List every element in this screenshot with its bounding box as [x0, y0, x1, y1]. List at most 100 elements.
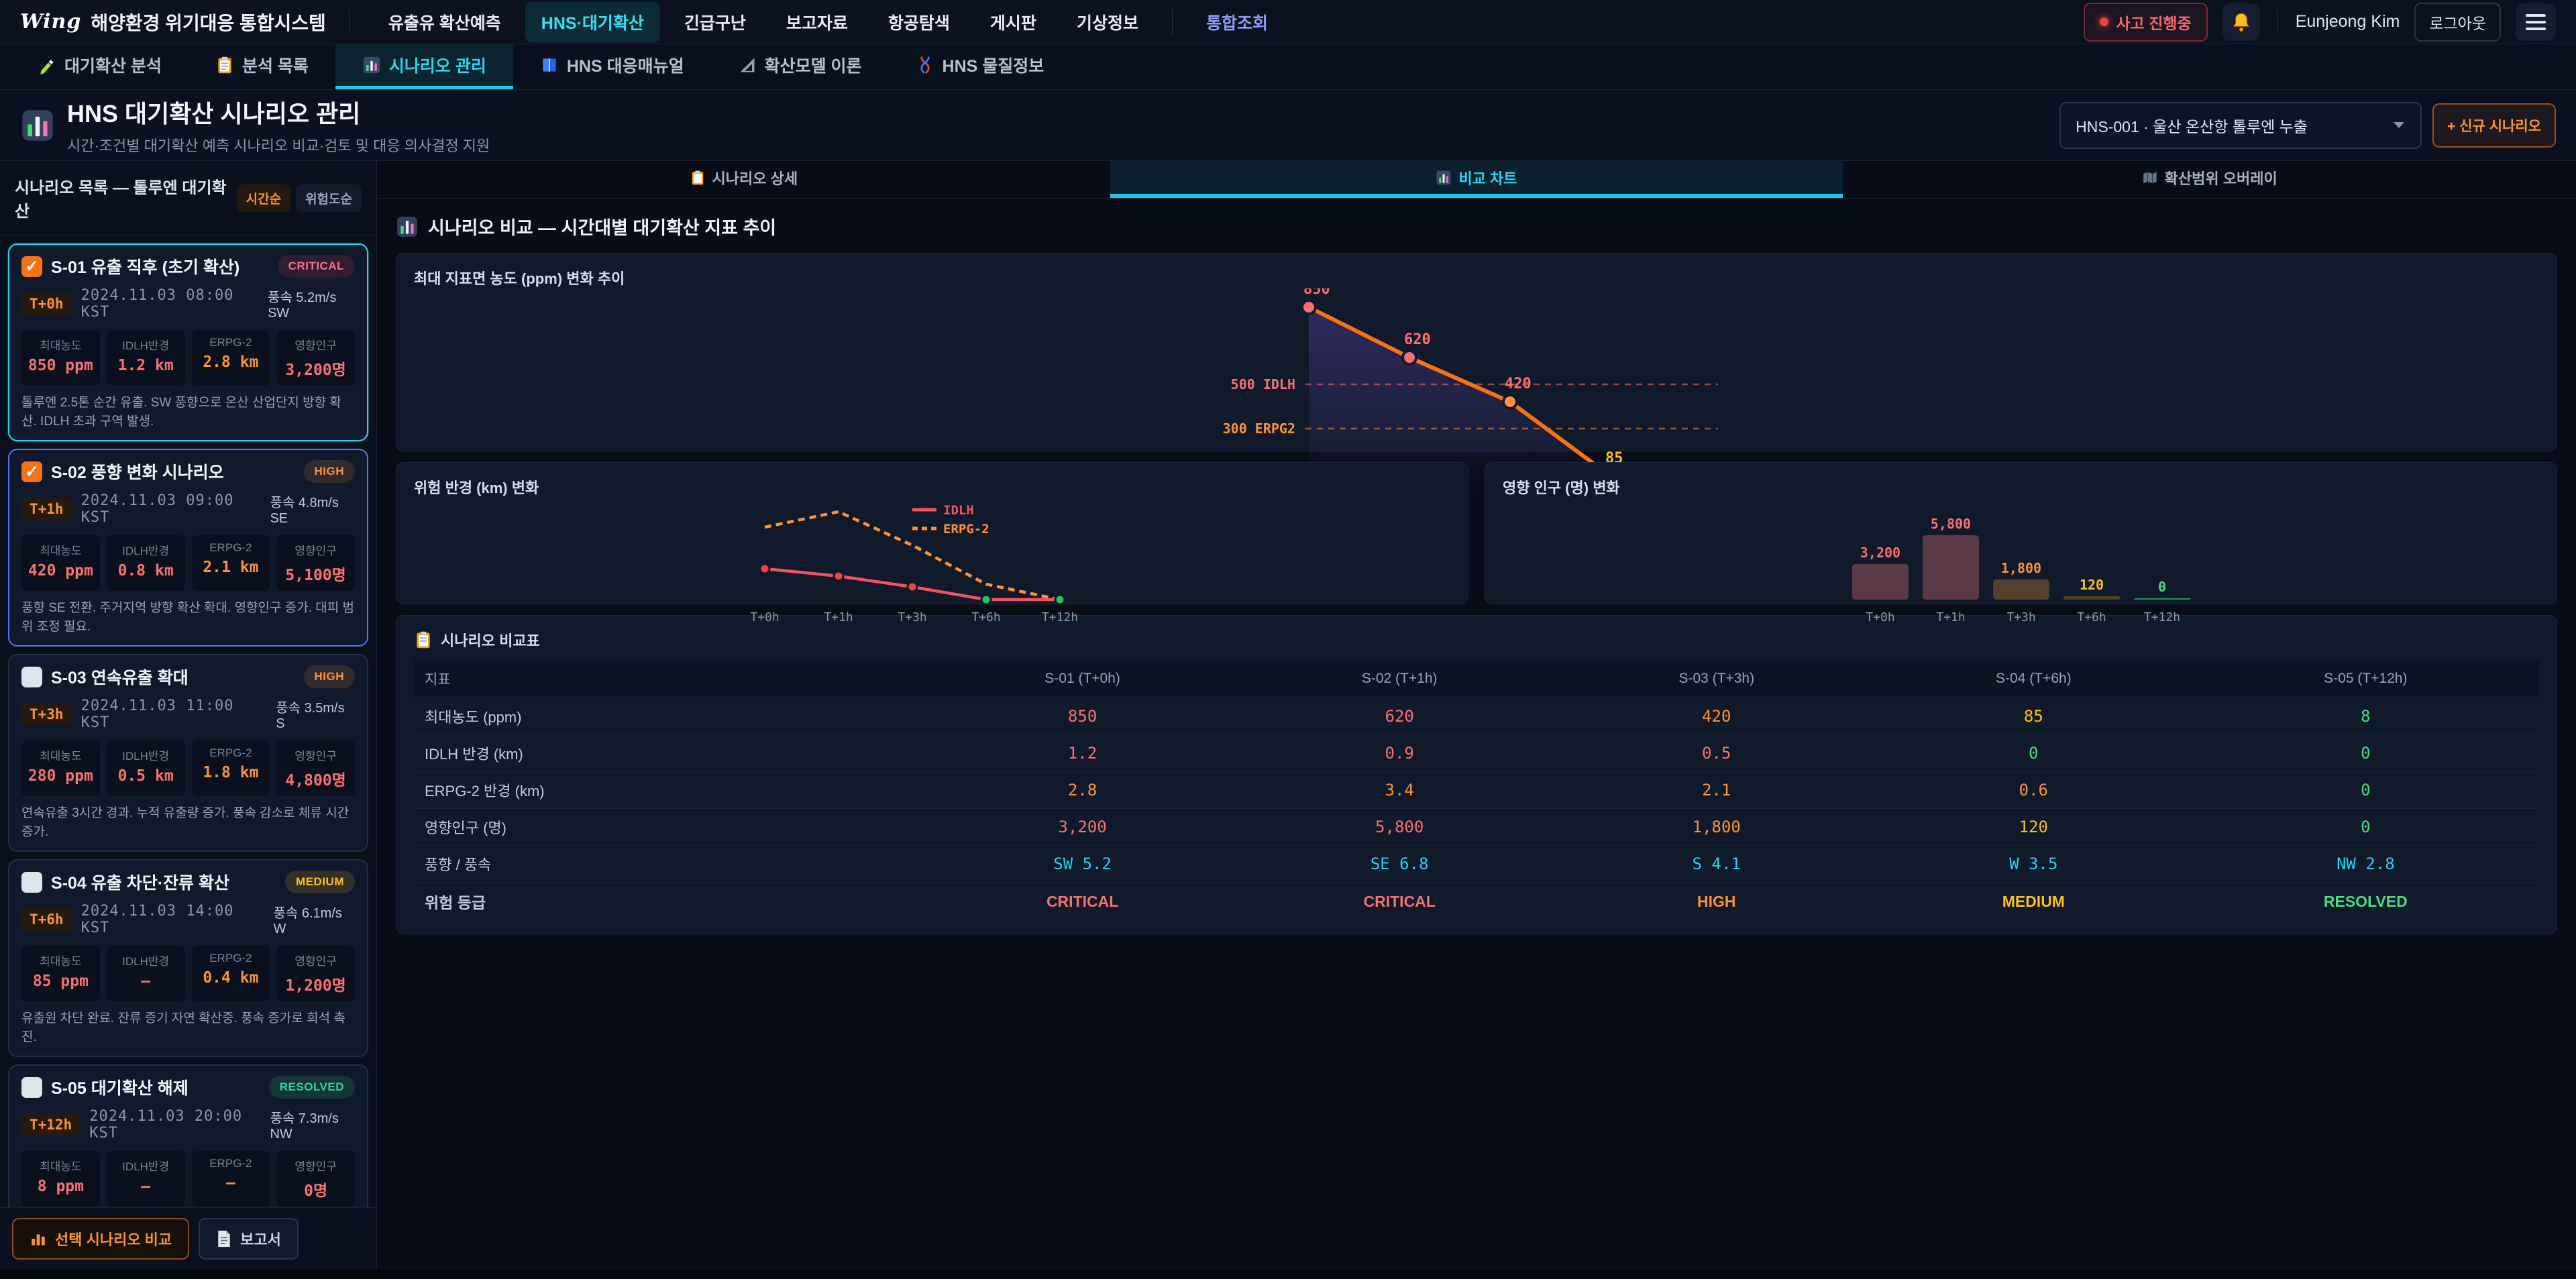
x-tick-label: T+0h	[750, 610, 779, 624]
user-name: Eunjeong Kim	[2296, 12, 2400, 32]
scenario-checkbox[interactable]	[21, 667, 42, 687]
stat-idlh-radius: IDLH반경 0.8 km	[107, 535, 185, 591]
tab-hns-substance-info[interactable]: HNS 물질정보	[889, 44, 1071, 89]
cell: 0	[2192, 809, 2539, 846]
cell: 0	[2192, 772, 2539, 809]
stat-max-concentration: 최대농도 280 ppm	[21, 740, 100, 796]
nav-item-air-search[interactable]: 항공탐색	[872, 2, 966, 42]
scenario-title: S-02 풍향 변화 시나리오	[51, 459, 295, 484]
scenario-checkbox[interactable]	[21, 872, 42, 893]
stat-value: 85 ppm	[24, 972, 97, 990]
sort-by-risk-chip[interactable]: 위험도순	[296, 184, 362, 212]
x-tick-label: T+6h	[2077, 610, 2106, 624]
tab-label: 분석 목록	[242, 53, 309, 77]
scenario-card-s02[interactable]: S-02 풍향 변화 시나리오 HIGH T+1h 2024.11.03 09:…	[8, 449, 368, 647]
nav-item-rescue[interactable]: 긴급구난	[668, 2, 762, 42]
tab-hns-manual[interactable]: HNS 대응매뉴얼	[513, 44, 711, 89]
stat-max-concentration: 최대농도 850 ppm	[21, 330, 100, 386]
tab-label: 대기확산 분석	[64, 53, 162, 77]
nav-item-reports[interactable]: 보고자료	[770, 2, 864, 42]
nav-item-integrated-search[interactable]: 통합조회	[1190, 2, 1284, 42]
menu-button[interactable]	[2516, 3, 2556, 41]
nav-item-board[interactable]: 게시판	[974, 2, 1053, 42]
stat-erpg2-radius: ERPG-2 –	[192, 1151, 270, 1207]
stat-idlh-radius: IDLH반경 0.5 km	[107, 740, 185, 796]
data-point	[981, 595, 991, 604]
page-subtitle: 시간·조건별 대기확산 예측 시나리오 비교·검토 및 대응 의사결정 지원	[67, 134, 490, 156]
nav-item-weather[interactable]: 기상정보	[1061, 2, 1155, 42]
tab-label: HNS 대응매뉴얼	[567, 53, 684, 77]
stat-erpg2-radius: ERPG-2 1.8 km	[192, 740, 270, 796]
tab-scenario-detail[interactable]: 시나리오 상세	[377, 161, 1110, 198]
stat-max-concentration: 최대농도 8 ppm	[21, 1151, 100, 1207]
data-point	[908, 582, 917, 592]
column-header: 지표	[414, 660, 924, 698]
scenario-card-s04[interactable]: S-04 유출 차단·잔류 확산 MEDIUM T+6h 2024.11.03 …	[8, 859, 368, 1057]
stat-label: 최대농도	[24, 541, 97, 558]
stat-affected-population: 영향인구 4,800명	[276, 740, 355, 796]
stat-affected-population: 영향인구 3,200명	[276, 330, 355, 386]
time-offset-chip: T+6h	[21, 908, 72, 931]
sort-by-time-chip[interactable]: 시간순	[237, 184, 290, 212]
timestamp: 2024.11.03 11:00 KST	[81, 698, 267, 731]
tab-compare-charts[interactable]: 비교 차트	[1110, 161, 1843, 198]
stat-value: 420 ppm	[24, 562, 97, 579]
scenario-checkbox[interactable]	[21, 256, 42, 277]
incident-select-value: HNS-001 · 울산 온산항 톨루엔 누출	[2076, 114, 2308, 137]
cell: 0	[2192, 735, 2539, 772]
risk-badge: MEDIUM	[285, 871, 355, 893]
column-header: S-04 (T+6h)	[1875, 660, 2192, 698]
bar-label: 1,800	[2000, 560, 2041, 576]
nav-item-hns-diffusion[interactable]: HNS·대기확산	[525, 2, 660, 42]
cell: CRITICAL	[924, 883, 1241, 921]
tab-scenario-management[interactable]: 시나리오 관리	[335, 44, 513, 89]
scenario-card-s05[interactable]: S-05 대기확산 해제 RESOLVED T+12h 2024.11.03 2…	[8, 1064, 368, 1207]
wind-info: 풍속 6.1m/s W	[274, 902, 355, 937]
timestamp: 2024.11.03 09:00 KST	[81, 492, 261, 526]
stat-label: 최대농도	[24, 336, 97, 353]
bar-label: 0	[2157, 579, 2165, 595]
bar-label: 5,800	[1930, 516, 1970, 532]
table-row: 풍향 / 풍속 SW 5.2 SE 6.8 S 4.1 W 3.5 NW 2.8	[414, 846, 2539, 883]
cell: 1,800	[1558, 809, 1875, 846]
stat-affected-population: 영향인구 1,200명	[276, 946, 355, 1001]
scenario-checkbox[interactable]	[21, 461, 42, 482]
scenario-card-s03[interactable]: S-03 연속유출 확대 HIGH T+3h 2024.11.03 11:00 …	[8, 654, 368, 852]
legend-idlh: IDLH	[943, 503, 974, 518]
x-tick-label: T+0h	[1866, 610, 1894, 624]
table-row: IDLH 반경 (km) 1.2 0.9 0.5 0 0	[414, 735, 2539, 772]
wind-info: 풍속 3.5m/s S	[276, 697, 355, 732]
cell: 5,800	[1241, 809, 1558, 846]
tab-diffusion-model-theory[interactable]: 확산모델 이론	[711, 44, 889, 89]
report-button[interactable]: 보고서	[199, 1218, 299, 1260]
app-logo: Wing 해양환경 위기대응 통합시스템	[20, 9, 326, 36]
bottom-edge	[0, 1270, 2576, 1279]
cell: 0.6	[1875, 772, 2192, 809]
scenario-card-s01[interactable]: S-01 유출 직후 (초기 확산) CRITICAL T+0h 2024.11…	[8, 243, 368, 441]
module-tab-bar: 대기확산 분석 분석 목록 시나리오 관리 HNS 대응매뉴얼 확산모델	[0, 44, 2576, 90]
chart-title: 영향 인구 (명) 변화	[1503, 476, 2539, 498]
tab-spread-overlay[interactable]: 확산범위 오버레이	[1843, 161, 2576, 198]
risk-badge: CRITICAL	[278, 255, 355, 278]
stat-value: 0명	[279, 1178, 352, 1201]
new-scenario-button[interactable]: + 신규 시나리오	[2432, 103, 2556, 148]
incident-select[interactable]: HNS-001 · 울산 온산항 톨루엔 누출	[2059, 102, 2422, 149]
bar-chart-icon	[362, 56, 381, 74]
cell: NW 2.8	[2192, 846, 2539, 883]
timestamp: 2024.11.03 20:00 KST	[89, 1108, 260, 1142]
x-tick-label: T+12h	[2143, 610, 2180, 624]
stat-label: ERPG-2	[195, 1157, 268, 1170]
logout-button[interactable]: 로그아웃	[2414, 3, 2501, 42]
legend-erpg2: ERPG-2	[943, 522, 989, 537]
tab-diffusion-analysis[interactable]: 대기확산 분석	[11, 44, 189, 89]
concentration-chart-panel: 최대 지표면 농도 (ppm) 변화 추이 500 IDLH	[396, 253, 2557, 451]
compare-scenarios-button[interactable]: 선택 시나리오 비교	[12, 1218, 189, 1260]
notifications-button[interactable]	[2222, 3, 2260, 41]
table-row: ERPG-2 반경 (km) 2.8 3.4 2.1 0.6 0	[414, 772, 2539, 809]
cell: 85	[1875, 698, 2192, 735]
scenario-checkbox[interactable]	[21, 1077, 42, 1098]
compare-label: 선택 시나리오 비교	[55, 1228, 172, 1249]
stat-value: 4,800명	[279, 767, 352, 790]
nav-item-oil-spill[interactable]: 유출유 확산예측	[372, 2, 517, 42]
tab-analysis-list[interactable]: 분석 목록	[189, 44, 335, 89]
